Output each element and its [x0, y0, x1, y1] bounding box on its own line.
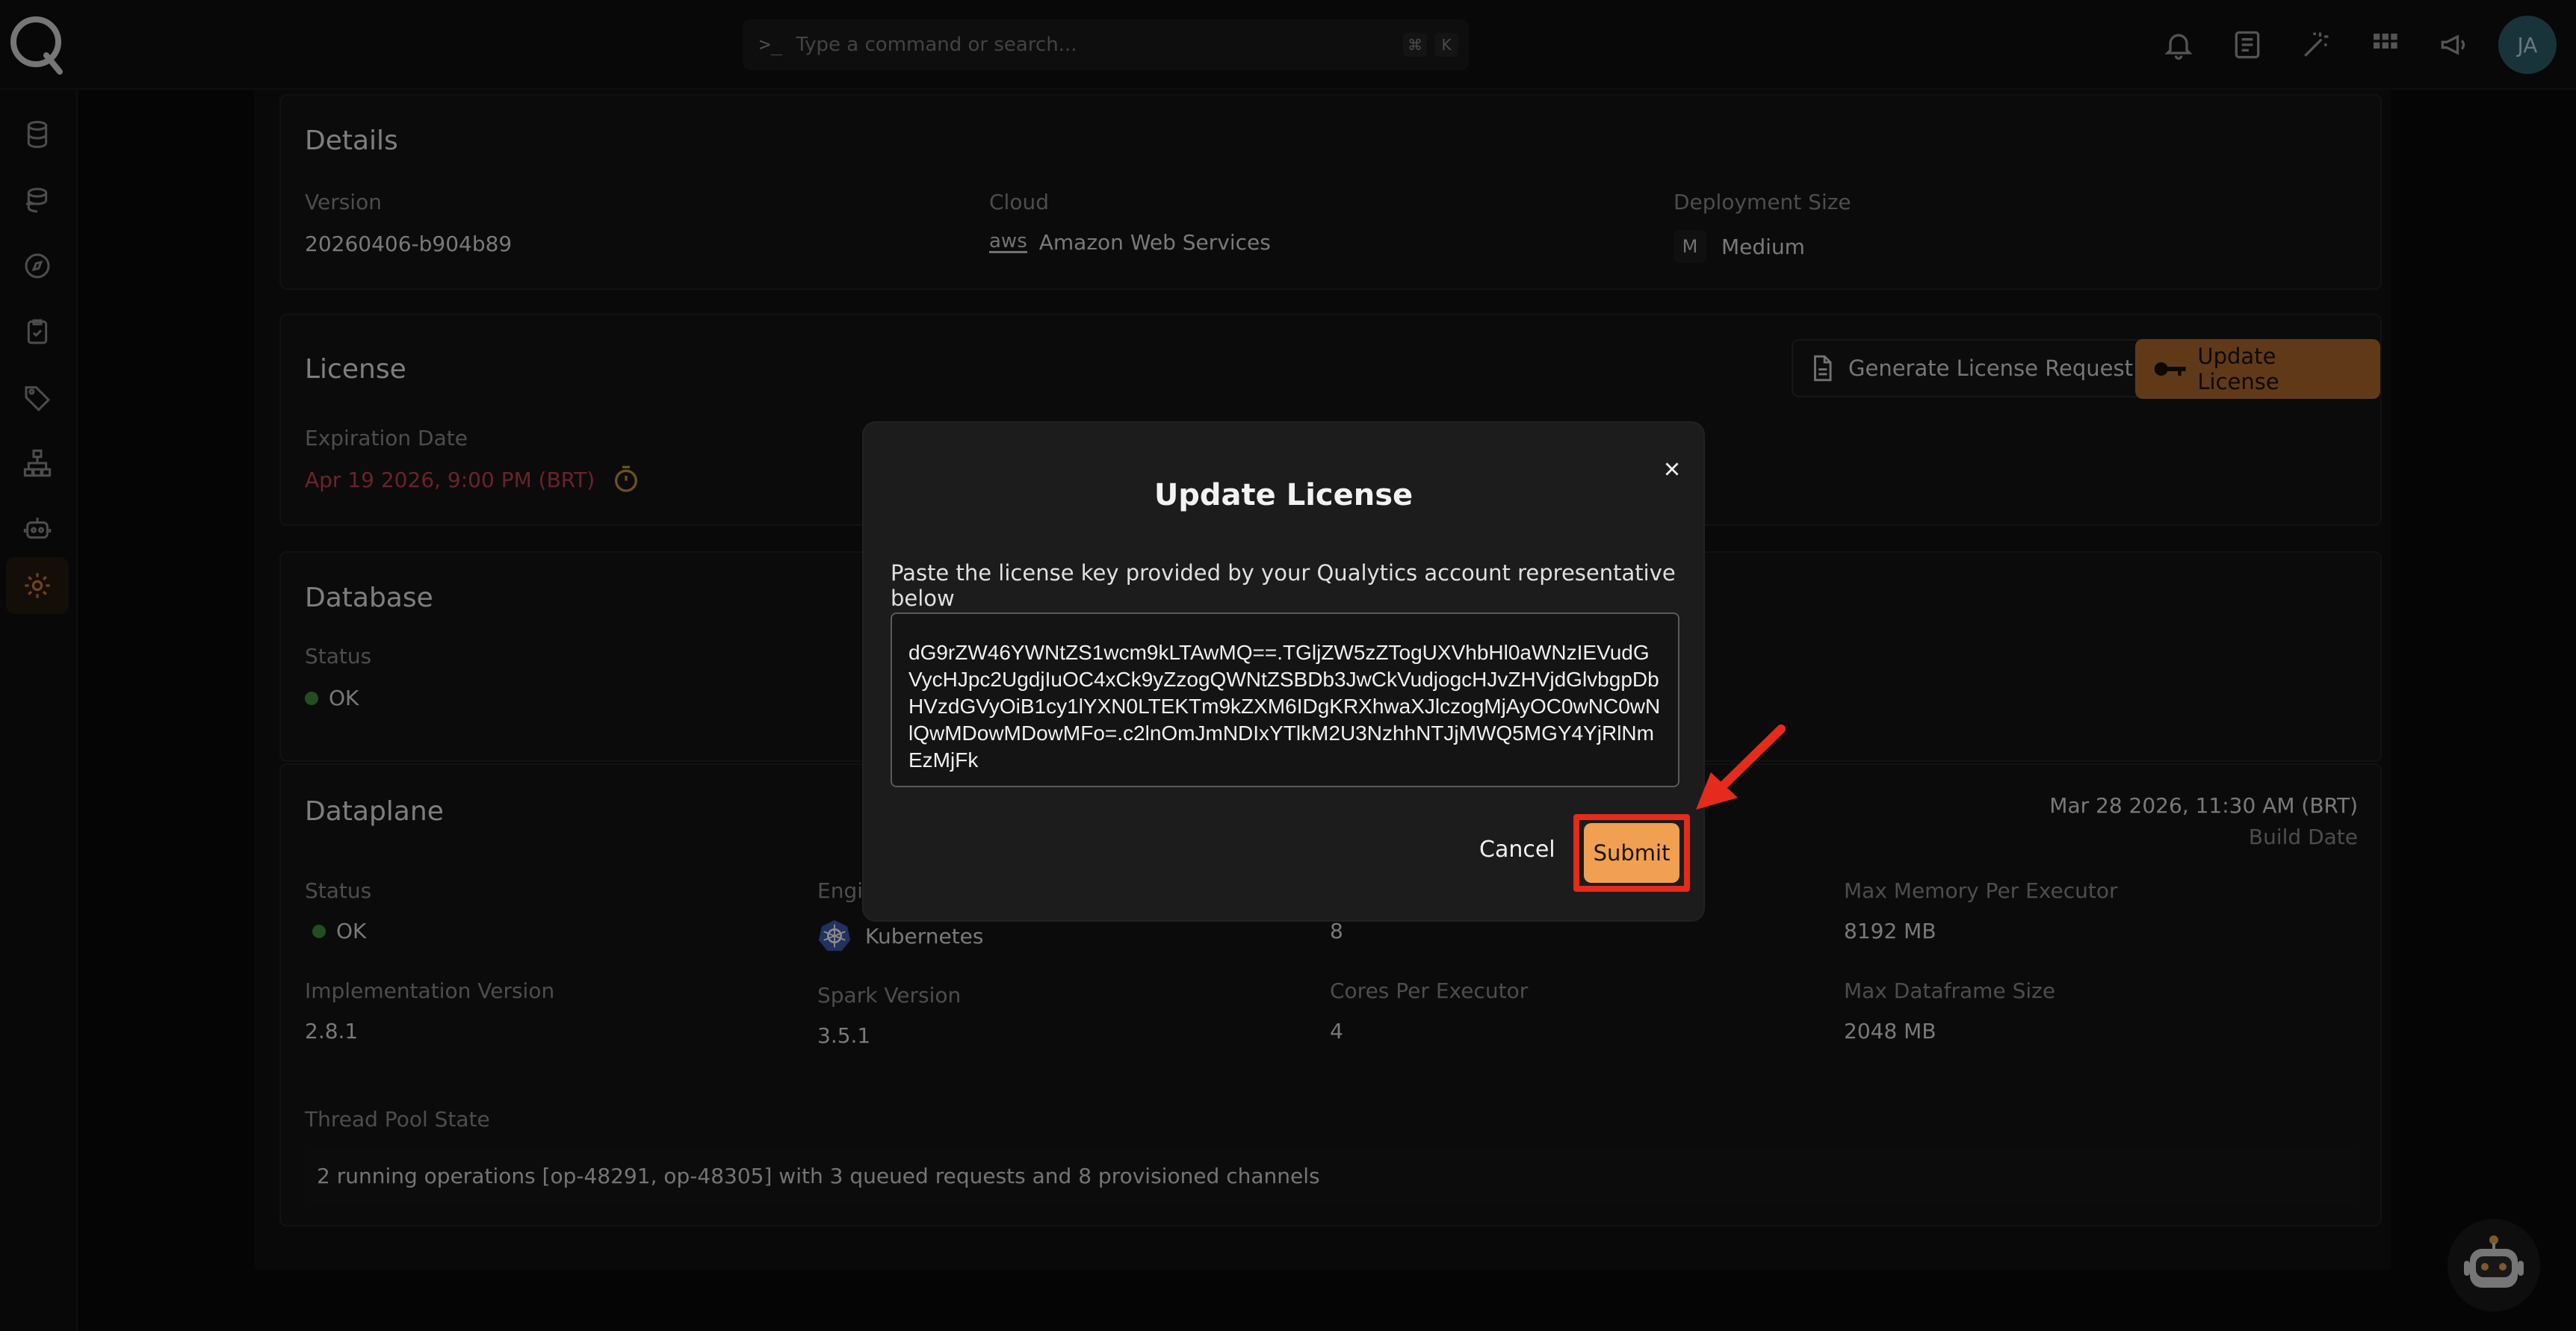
- pointer-arrow-icon: [1696, 725, 1786, 810]
- submit-button[interactable]: Submit: [1584, 823, 1679, 883]
- license-key-textarea[interactable]: dG9rZW46YWNtZS1wcm9kLTAwMQ==.TGljZW5zZTo…: [891, 612, 1679, 787]
- dialog-description: Paste the license key provided by your Q…: [891, 560, 1676, 611]
- dialog-title: Update License: [1154, 478, 1414, 512]
- cancel-button[interactable]: Cancel: [1479, 837, 1555, 863]
